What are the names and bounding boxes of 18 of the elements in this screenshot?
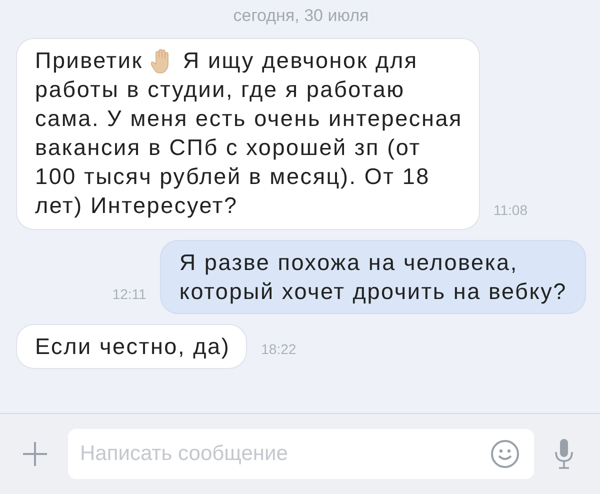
message-time: 18:22 [261, 341, 296, 357]
message-time: 12:11 [112, 286, 146, 302]
plus-icon[interactable] [22, 441, 48, 467]
message-line: который хочет дрочить на вебку? [179, 278, 567, 306]
message-line: работы в студии, где я работаю [35, 76, 405, 104]
message-line: лет) Интересует? [35, 192, 238, 220]
message-text: Приветик [35, 47, 143, 75]
microphone-icon[interactable] [554, 438, 574, 470]
message-line: вакансия в СПб с хорошей зп (от [35, 134, 421, 162]
message-time: 11:08 [494, 202, 528, 218]
message-line: 100 тысяч рублей в месяц). От 18 [35, 163, 430, 191]
message-line: Я ищу девчонок для [182, 47, 418, 75]
message-line: сама. У меня есть очень интересная [35, 105, 462, 133]
message-line: Я разве похожа на человека, [179, 249, 518, 277]
smiley-icon[interactable] [490, 439, 520, 469]
date-label: сегодня, 30 июля [233, 6, 369, 26]
message-line: Если честно, да) [35, 333, 230, 361]
message-input[interactable]: Написать сообщение [68, 429, 534, 479]
